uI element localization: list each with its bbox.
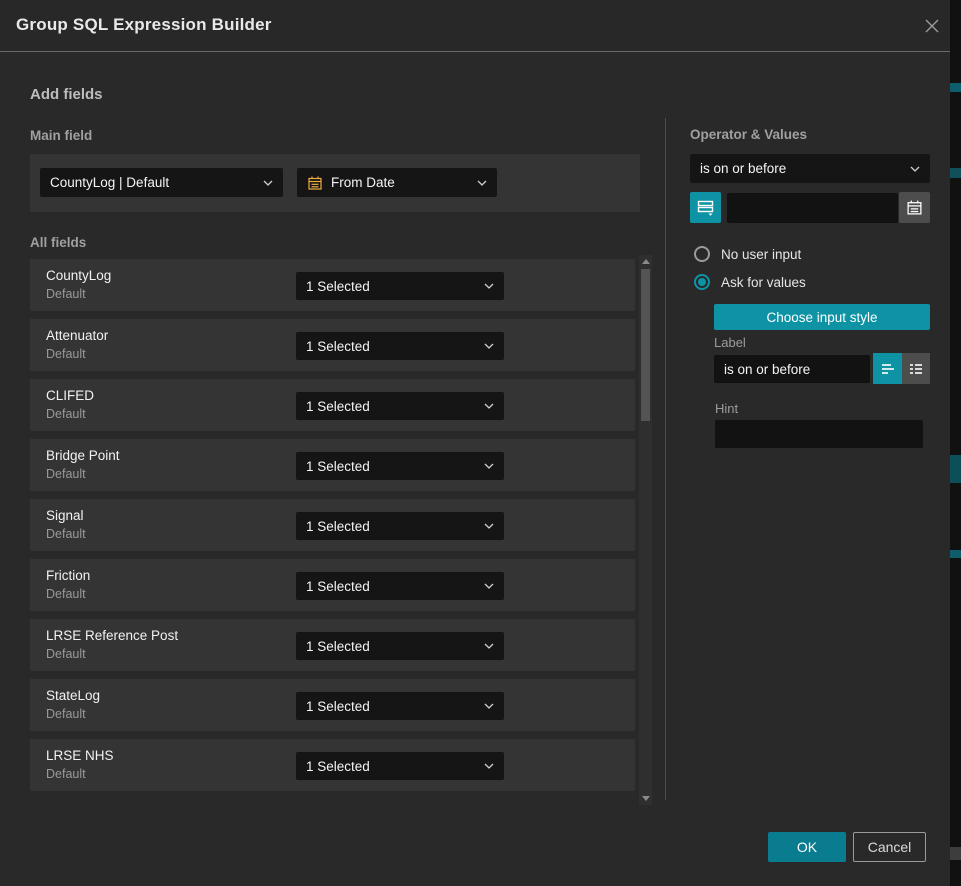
field-select-value: From Date — [331, 175, 471, 190]
layer-select-value: CountyLog | Default — [50, 175, 257, 190]
choose-input-style-button[interactable]: Choose input style — [714, 304, 930, 330]
field-subtitle: Default — [46, 467, 86, 481]
field-values-select[interactable]: 1 Selected — [296, 272, 504, 300]
field-values-select[interactable]: 1 Selected — [296, 452, 504, 480]
dialog: Group SQL Expression Builder Add fields … — [0, 0, 950, 886]
calendar-icon — [307, 175, 323, 191]
radio-no-user-input[interactable]: No user input — [694, 246, 801, 262]
operator-select-value: is on or before — [700, 161, 904, 176]
operator-select[interactable]: is on or before — [690, 154, 930, 183]
field-row: LRSE Reference Post Default 1 Selected — [30, 619, 635, 671]
field-name: Signal — [46, 508, 84, 523]
scroll-down-arrow-icon[interactable] — [642, 796, 650, 801]
operator-values-heading: Operator & Values — [690, 127, 807, 142]
date-value-input[interactable] — [727, 193, 898, 223]
chevron-down-icon — [484, 463, 494, 469]
chevron-down-icon — [484, 343, 494, 349]
all-fields-list: CountyLog Default 1 Selected Attenuator … — [30, 259, 635, 791]
close-button[interactable] — [921, 15, 943, 37]
field-row: Bridge Point Default 1 Selected — [30, 439, 635, 491]
single-line-style-button[interactable] — [873, 353, 902, 384]
field-values-select[interactable]: 1 Selected — [296, 632, 504, 660]
field-name: Bridge Point — [46, 448, 120, 463]
field-subtitle: Default — [46, 407, 86, 421]
scrollbar-thumb[interactable] — [641, 269, 650, 421]
field-row: Signal Default 1 Selected — [30, 499, 635, 551]
calendar-icon — [906, 199, 923, 216]
background-page-strip — [950, 0, 961, 886]
chevron-down-icon — [484, 523, 494, 529]
field-subtitle: Default — [46, 347, 86, 361]
chevron-down-icon — [484, 283, 494, 289]
field-subtitle: Default — [46, 287, 86, 301]
date-picker-button[interactable] — [899, 192, 930, 223]
layer-select[interactable]: CountyLog | Default — [40, 168, 283, 197]
field-name: Attenuator — [46, 328, 108, 343]
dialog-title: Group SQL Expression Builder — [16, 15, 272, 35]
main-field-panel: CountyLog | Default From Date — [30, 154, 640, 212]
chevron-down-icon — [477, 180, 487, 186]
align-left-icon — [880, 361, 896, 377]
add-fields-heading: Add fields — [30, 86, 103, 103]
field-values-select[interactable]: 1 Selected — [296, 392, 504, 420]
unique-values-button[interactable] — [690, 192, 721, 223]
field-name: LRSE Reference Post — [46, 628, 178, 643]
field-name: CLIFED — [46, 388, 94, 403]
field-name: CountyLog — [46, 268, 111, 283]
bulleted-list-icon — [908, 361, 924, 377]
dialog-titlebar: Group SQL Expression Builder — [0, 0, 950, 52]
radio-ask-for-values[interactable]: Ask for values — [694, 274, 806, 290]
ok-button[interactable]: OK — [768, 832, 846, 862]
field-select[interactable]: From Date — [297, 168, 497, 197]
field-values-select[interactable]: 1 Selected — [296, 512, 504, 540]
close-icon — [923, 17, 941, 35]
field-row: Friction Default 1 Selected — [30, 559, 635, 611]
field-values-select[interactable]: 1 Selected — [296, 332, 504, 360]
panel-divider — [665, 118, 666, 800]
field-subtitle: Default — [46, 527, 86, 541]
field-subtitle: Default — [46, 647, 86, 661]
radio-circle-icon — [694, 246, 710, 262]
field-row: StateLog Default 1 Selected — [30, 679, 635, 731]
label-input[interactable] — [714, 355, 870, 383]
scroll-up-arrow-icon[interactable] — [642, 259, 650, 264]
group-sql-expression-builder: Group SQL Expression Builder Add fields … — [0, 0, 961, 886]
field-values-select[interactable]: 1 Selected — [296, 752, 504, 780]
chevron-down-icon — [484, 583, 494, 589]
chevron-down-icon — [484, 643, 494, 649]
hint-caption: Hint — [715, 401, 738, 416]
chevron-down-icon — [263, 180, 273, 186]
label-caption: Label — [714, 335, 746, 350]
field-subtitle: Default — [46, 587, 86, 601]
field-row: LRSE NHS Default 1 Selected — [30, 739, 635, 791]
field-row: CLIFED Default 1 Selected — [30, 379, 635, 431]
cancel-button[interactable]: Cancel — [853, 832, 926, 862]
field-subtitle: Default — [46, 767, 86, 781]
field-name: StateLog — [46, 688, 100, 703]
field-subtitle: Default — [46, 707, 86, 721]
field-values-select[interactable]: 1 Selected — [296, 692, 504, 720]
field-name: LRSE NHS — [46, 748, 114, 763]
main-field-label: Main field — [30, 128, 92, 143]
chevron-down-icon — [484, 403, 494, 409]
chevron-down-icon — [910, 166, 920, 172]
all-fields-label: All fields — [30, 235, 86, 250]
field-values-select[interactable]: 1 Selected — [296, 572, 504, 600]
list-scrollbar[interactable] — [639, 255, 652, 805]
radio-circle-icon — [694, 274, 710, 290]
stacked-rows-icon — [697, 199, 714, 216]
hint-input[interactable] — [715, 420, 923, 448]
field-row: CountyLog Default 1 Selected — [30, 259, 635, 311]
field-name: Friction — [46, 568, 90, 583]
field-row: Attenuator Default 1 Selected — [30, 319, 635, 371]
chevron-down-icon — [484, 763, 494, 769]
chevron-down-icon — [484, 703, 494, 709]
list-style-button[interactable] — [902, 353, 930, 384]
